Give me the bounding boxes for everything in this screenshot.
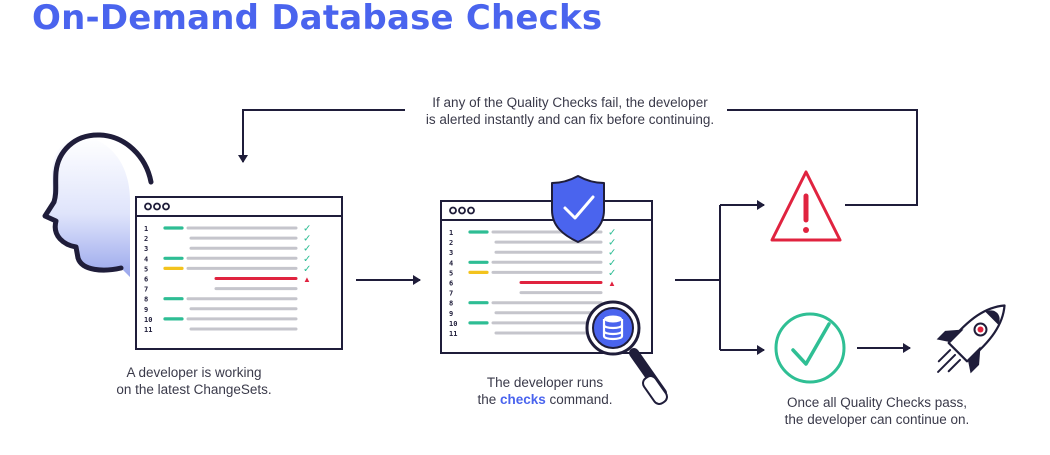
line-number: 9 bbox=[144, 306, 148, 314]
line-number: 11 bbox=[449, 330, 457, 338]
feedback-caption: If any of the Quality Checks fail, the d… bbox=[380, 94, 760, 128]
checks-caption: The developer runs the checks command. bbox=[455, 374, 635, 408]
line-number: 9 bbox=[449, 310, 453, 318]
check-mark-icon: ✓ bbox=[608, 268, 616, 279]
line-number: 5 bbox=[449, 269, 453, 277]
feedback-caption-line-1: If any of the Quality Checks fail, the d… bbox=[432, 95, 708, 110]
checks-caption-line-2-prefix: the bbox=[477, 392, 500, 407]
window-control-dot bbox=[153, 202, 161, 211]
success-caption: Once all Quality Checks pass, the develo… bbox=[762, 394, 992, 428]
feedback-caption-line-2: is alerted instantly and can fix before … bbox=[425, 112, 715, 127]
line-number: 4 bbox=[144, 255, 148, 263]
checks-caption-line-2-suffix: command. bbox=[545, 392, 613, 407]
line-number: 6 bbox=[144, 276, 148, 284]
checks-caption-line-1: The developer runs bbox=[486, 375, 604, 390]
line-number: 1 bbox=[449, 229, 453, 237]
line-number: 2 bbox=[144, 235, 148, 243]
window-control-dot bbox=[162, 202, 170, 211]
line-number: 6 bbox=[449, 280, 453, 288]
check-mark-icon: ✓ bbox=[303, 264, 311, 275]
line-number: 7 bbox=[449, 290, 453, 298]
window-control-dot bbox=[467, 206, 475, 215]
success-caption-line-2: the developer can continue on. bbox=[784, 412, 970, 427]
developer-caption-line-1: A developer is working bbox=[126, 365, 262, 380]
line-number: 2 bbox=[449, 239, 453, 247]
success-check-circle-icon bbox=[774, 312, 846, 384]
window-control-dot bbox=[144, 202, 152, 211]
developer-caption-line-2: on the latest ChangeSets. bbox=[116, 382, 272, 397]
line-number: 5 bbox=[144, 265, 148, 273]
window-control-dot bbox=[449, 206, 457, 215]
line-number: 3 bbox=[144, 245, 148, 253]
line-number: 1 bbox=[144, 225, 148, 233]
rocket-icon bbox=[936, 304, 1006, 374]
warning-triangle-icon bbox=[770, 170, 842, 242]
line-number: 10 bbox=[449, 320, 457, 328]
line-number: 11 bbox=[144, 326, 152, 334]
fork-connector bbox=[675, 200, 765, 355]
line-number: 4 bbox=[449, 259, 453, 267]
editor-window-latest-changesets: 1 ✓2 ✓3 ✓4 ✓5 ✓6 ▲7891011 bbox=[135, 196, 343, 350]
line-number: 8 bbox=[144, 296, 148, 304]
warning-mark-icon: ▲ bbox=[608, 279, 616, 288]
developer-caption: A developer is working on the latest Cha… bbox=[94, 364, 294, 398]
line-number: 7 bbox=[144, 286, 148, 294]
line-number: 8 bbox=[449, 300, 453, 308]
success-caption-line-1: Once all Quality Checks pass, bbox=[786, 395, 968, 410]
checks-command-keyword: checks bbox=[499, 392, 546, 407]
window-control-dot bbox=[458, 206, 466, 215]
line-number: 10 bbox=[144, 316, 152, 324]
line-number: 3 bbox=[449, 249, 453, 257]
warning-mark-icon: ▲ bbox=[303, 275, 311, 284]
